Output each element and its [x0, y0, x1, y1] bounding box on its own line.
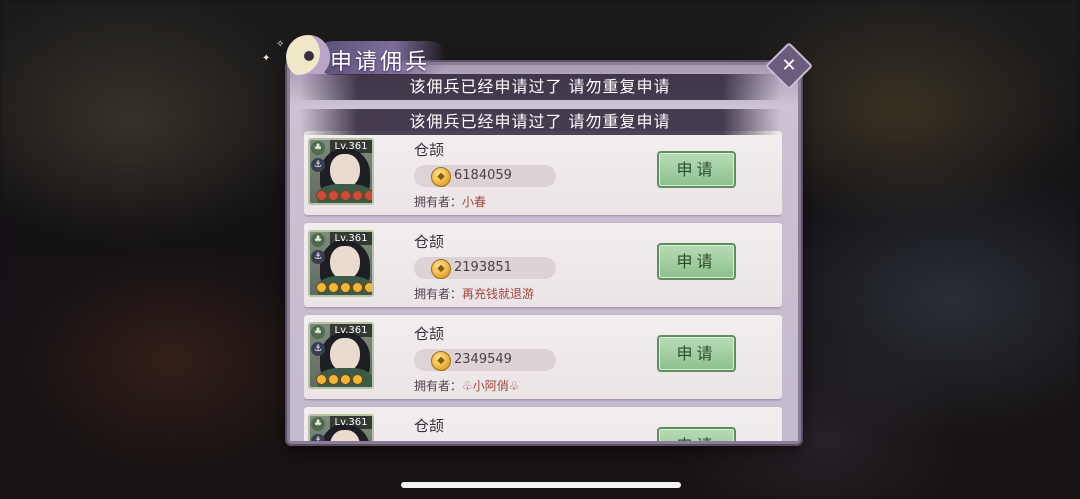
owner-line: 拥有者：再充钱就退游	[414, 285, 534, 302]
star-icon	[316, 374, 327, 385]
avatar-face	[330, 154, 360, 188]
avatar-face	[330, 246, 360, 280]
sparkle-icon: ✦	[262, 53, 271, 64]
apply-button[interactable]: 申请	[657, 151, 736, 188]
power-value: 2349549	[454, 352, 512, 367]
star-icon	[316, 282, 327, 293]
owner-name: ♧小阿俏♧	[462, 379, 520, 393]
anchor-type-icon: ⚓	[311, 250, 325, 264]
toast-message: 该佣兵已经申请过了 请勿重复申请	[300, 109, 780, 135]
owner-line: 拥有者：小春	[414, 193, 486, 210]
owner-label: 拥有者：	[414, 379, 463, 393]
owner-name: 小春	[462, 195, 487, 209]
star-icon	[328, 282, 339, 293]
star-rating	[316, 282, 372, 293]
hero-name: 仓颉	[414, 325, 445, 343]
star-icon	[364, 282, 372, 293]
leaf-element-icon: ♣	[311, 325, 325, 339]
star-icon	[364, 190, 372, 201]
hero-avatar[interactable]: ♣ ⚓ Lv.361	[308, 138, 374, 205]
star-icon	[316, 190, 327, 201]
power-pill: ◆ 2349549	[414, 349, 556, 371]
star-icon	[328, 190, 339, 201]
avatar-face	[330, 338, 360, 372]
power-value: 2193851	[454, 260, 512, 275]
anchor-type-icon: ⚓	[311, 434, 325, 441]
apply-button[interactable]: 申请	[657, 243, 736, 280]
star-icon	[340, 282, 351, 293]
anchor-type-icon: ⚓	[311, 342, 325, 356]
owner-label: 拥有者：	[414, 195, 463, 209]
apply-button[interactable]: 申请	[657, 427, 736, 441]
dialog-title: 申请佣兵	[330, 50, 431, 75]
mercenary-list[interactable]: ♣ ⚓ Lv.361 仓颉 ◆ 6184059 拥有者：小春 申请 ♣ ⚓ Lv…	[304, 131, 782, 443]
hero-avatar[interactable]: ♣ ⚓ Lv.361	[308, 230, 374, 297]
mercenary-card: ♣ ⚓ Lv.361 仓颉 ◆ 申请	[304, 407, 782, 443]
star-icon	[352, 282, 363, 293]
crescent-moon-icon	[286, 35, 330, 79]
star-icon	[340, 374, 351, 385]
anchor-type-icon: ⚓	[311, 158, 325, 172]
star-rating	[316, 374, 363, 385]
power-pill: ◆ 6184059	[414, 165, 556, 187]
toast-message: 该佣兵已经申请过了 请勿重复申请	[300, 74, 780, 100]
mercenary-card: ♣ ⚓ Lv.361 仓颉 ◆ 6184059 拥有者：小春 申请	[304, 131, 782, 215]
star-rating	[316, 190, 372, 201]
hero-level: Lv.361	[330, 140, 372, 153]
hero-level: Lv.361	[330, 416, 372, 429]
star-icon	[352, 190, 363, 201]
apply-button[interactable]: 申请	[657, 335, 736, 372]
hero-level: Lv.361	[330, 324, 372, 337]
mercenary-card: ♣ ⚓ Lv.361 仓颉 ◆ 2193851 拥有者：再充钱就退游 申请	[304, 223, 782, 307]
leaf-element-icon: ♣	[311, 233, 325, 247]
hero-name: 仓颉	[414, 417, 445, 435]
power-pill: ◆	[414, 441, 556, 443]
hero-avatar[interactable]: ♣ ⚓ Lv.361	[308, 414, 374, 441]
owner-name: 再充钱就退游	[462, 287, 535, 301]
mercenary-card: ♣ ⚓ Lv.361 仓颉 ◆ 2349549 拥有者：♧小阿俏♧ 申请	[304, 315, 782, 399]
star-icon	[352, 374, 363, 385]
sparkle-icon: ✧	[276, 39, 285, 50]
coin-icon: ◆	[431, 167, 451, 187]
coin-icon: ◆	[431, 351, 451, 371]
owner-line: 拥有者：♧小阿俏♧	[414, 377, 520, 394]
coin-icon: ◆	[431, 259, 451, 279]
hero-name: 仓颉	[414, 233, 445, 251]
home-indicator[interactable]	[401, 482, 681, 488]
power-pill: ◆ 2193851	[414, 257, 556, 279]
owner-label: 拥有者：	[414, 287, 463, 301]
power-value: 6184059	[454, 168, 512, 183]
leaf-element-icon: ♣	[311, 417, 325, 431]
star-icon	[340, 190, 351, 201]
leaf-element-icon: ♣	[311, 141, 325, 155]
hero-name: 仓颉	[414, 141, 445, 159]
hero-avatar[interactable]: ♣ ⚓ Lv.361	[308, 322, 374, 389]
star-icon	[328, 374, 339, 385]
hero-level: Lv.361	[330, 232, 372, 245]
